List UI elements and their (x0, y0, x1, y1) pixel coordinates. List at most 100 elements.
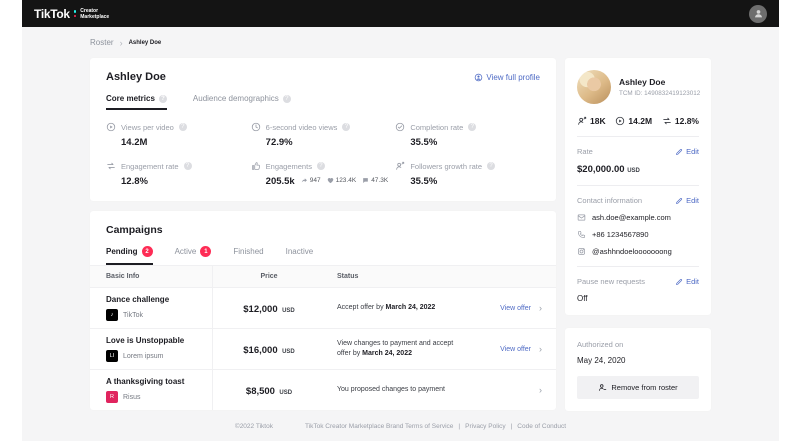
info-icon[interactable] (468, 123, 477, 131)
code-of-conduct-link[interactable]: Code of Conduct (517, 423, 566, 430)
info-icon[interactable] (342, 123, 351, 131)
metrics-grid: Views per video 14.2M 6-second video vie… (106, 122, 540, 187)
terms-of-service-link[interactable]: TikTok Creator Marketplace Brand Terms o… (305, 423, 453, 430)
tab-audience-demographics-label: Audience demographics (192, 94, 279, 103)
table-header-row: Basic Info Price Status (90, 265, 556, 287)
info-icon[interactable] (487, 162, 496, 170)
tab-pending[interactable]: Pending 2 (106, 246, 153, 265)
followers-stat: 18K (577, 116, 606, 126)
campaign-status: Accept offer by March 24, 2022 (325, 303, 470, 313)
pencil-icon (675, 197, 683, 205)
logo-wordmark: TikTok (34, 6, 70, 21)
tab-pending-label: Pending (106, 247, 138, 256)
pause-requests-value: Off (577, 294, 588, 303)
thumbs-up-icon (251, 161, 261, 171)
tab-inactive[interactable]: Inactive (286, 246, 314, 265)
metric-label: 6-second video views (265, 122, 338, 132)
brand-name: TikTok (123, 311, 143, 319)
phone-icon (577, 230, 586, 239)
info-icon[interactable] (158, 94, 167, 103)
tab-core-metrics[interactable]: Core metrics (106, 94, 167, 110)
edit-label: Edit (686, 277, 699, 286)
mail-icon (577, 213, 586, 222)
campaigns-table: Basic Info Price Status Dance challenge … (90, 265, 556, 410)
privacy-policy-link[interactable]: Privacy Policy (465, 423, 505, 430)
metric-value: 14.2M (121, 137, 148, 148)
metric-engagement-rate: Engagement rate 12.8% (106, 161, 251, 187)
edit-contact-link[interactable]: Edit (675, 196, 699, 205)
price-currency: USD (282, 308, 295, 314)
chevron-right-icon[interactable]: › (539, 303, 542, 313)
rate-label: Rate (577, 147, 593, 156)
followers-icon (577, 116, 587, 126)
tcm-id: TCM ID: 1490832419123012 (619, 90, 701, 97)
info-icon[interactable] (183, 162, 192, 170)
check-circle-icon (395, 122, 405, 132)
tiktok-logo[interactable]: TikTok Creator Marketplace (34, 7, 109, 21)
tab-finished[interactable]: Finished (233, 246, 263, 265)
info-icon[interactable] (282, 94, 291, 103)
view-full-profile-link[interactable]: View full profile (474, 73, 540, 82)
metric-engagements: Engagements 205.5k 947 (251, 161, 396, 187)
repeat-icon (662, 116, 672, 126)
remove-from-roster-button[interactable]: Remove from roster (577, 376, 699, 399)
info-icon[interactable] (178, 123, 187, 131)
tcm-app: TikTok Creator Marketplace Roster › Ashl… (22, 0, 779, 441)
contact-email: ash.doe@example.com (592, 213, 671, 222)
creator-name: Ashley Doe (619, 77, 666, 87)
price-currency: USD (279, 390, 293, 396)
tab-active[interactable]: Active 1 (175, 246, 212, 265)
user-growth-icon (395, 161, 405, 171)
content-area: Ashley Doe View full profile Core metric… (22, 58, 779, 411)
logo-colon-icon (73, 10, 77, 17)
tab-finished-label: Finished (233, 247, 264, 256)
brand-logo: ♪ (106, 309, 118, 321)
views-stat: 14.2M (615, 116, 652, 126)
chevron-right-icon[interactable]: › (539, 385, 542, 395)
campaign-name: Dance challenge (106, 295, 170, 304)
view-offer-link[interactable]: View offer (500, 346, 531, 353)
table-row[interactable]: A thanksgiving toast R Risus $8,500 USD (90, 369, 556, 410)
breadcrumb-current: Ashley Doe (128, 39, 162, 46)
play-circle-icon (106, 122, 116, 132)
divider (577, 185, 699, 186)
info-icon[interactable] (316, 162, 325, 170)
chevron-right-icon[interactable]: › (539, 344, 542, 354)
engagement-stat: 12.8% (662, 116, 699, 126)
comments-substat: 47.3K (362, 177, 388, 184)
contact-instagram: @ashhndoelooooooong (592, 247, 672, 256)
metric-label: Completion rate (410, 122, 464, 132)
contact-phone: +86 1234567890 (592, 230, 649, 239)
view-offer-link[interactable]: View offer (500, 305, 531, 312)
campaign-status: View changes to payment and accept offer… (325, 339, 470, 359)
creator-avatar (577, 70, 611, 104)
tab-active-label: Active (174, 247, 197, 256)
likes-substat: 123.4K (327, 177, 356, 184)
price-currency: USD (282, 349, 295, 355)
campaigns-tabs: Pending 2 Active 1 Finished Inactive (90, 246, 556, 265)
header-basic-info: Basic Info (90, 266, 213, 287)
logo-subtitle-line2: Marketplace (80, 13, 110, 20)
metric-label: Engagements (265, 161, 312, 171)
comment-icon (362, 177, 369, 184)
edit-pause-link[interactable]: Edit (675, 277, 699, 286)
campaign-name: A thanksgiving toast (106, 377, 185, 386)
contact-info-label: Contact information (577, 196, 643, 205)
share-icon (301, 177, 308, 184)
creator-name-heading: Ashley Doe (106, 71, 166, 83)
user-avatar[interactable] (749, 4, 767, 23)
edit-label: Edit (686, 147, 699, 156)
instagram-icon (577, 247, 586, 256)
status-text: You proposed changes to payment (337, 386, 445, 393)
pending-count-badge: 2 (141, 246, 153, 257)
edit-rate-link[interactable]: Edit (675, 147, 699, 156)
breadcrumb-roster-link[interactable]: Roster (90, 38, 114, 47)
rate-currency: USD (627, 168, 640, 174)
table-row[interactable]: Dance challenge ♪ TikTok $12,000 USD Acc… (90, 287, 556, 328)
remove-from-roster-label: Remove from roster (611, 383, 678, 392)
metric-label: Followers growth rate (410, 161, 483, 171)
table-row[interactable]: Love is Unstoppable LI Lorem ipsum $16,0… (90, 328, 556, 369)
tab-audience-demographics[interactable]: Audience demographics (193, 94, 291, 110)
views-value: 14.2M (628, 116, 653, 126)
heart-icon (327, 177, 334, 184)
